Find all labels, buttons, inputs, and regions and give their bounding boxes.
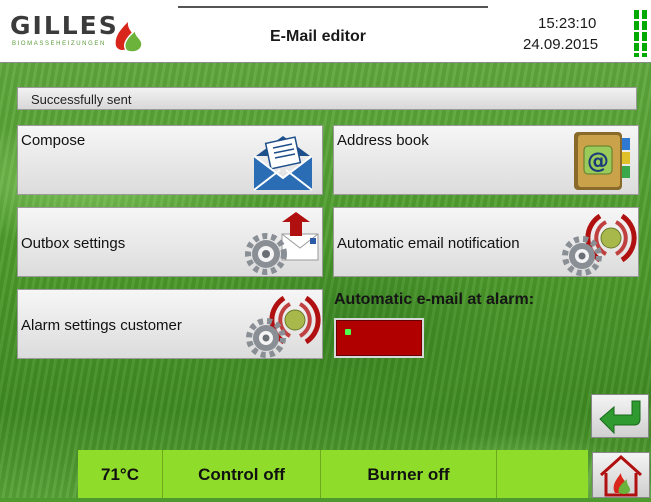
automatic-email-at-alarm-toggle[interactable] <box>334 318 424 358</box>
control-status-text: Control off <box>198 465 285 484</box>
envelope-icon <box>253 136 313 191</box>
compose-label: Compose <box>21 132 86 149</box>
temperature-value: 71°C <box>101 465 139 484</box>
automatic-email-notification-button[interactable]: Automatic email notification <box>333 207 639 277</box>
clock-time: 15:23:10 <box>538 15 597 32</box>
address-book-button[interactable]: Address book @ <box>333 125 639 195</box>
svg-text:@: @ <box>587 149 609 174</box>
burner-status-text: Burner off <box>367 465 450 484</box>
status-led <box>345 329 351 335</box>
status-bar: Successfully sent <box>17 87 637 110</box>
gear-signal-icon <box>562 213 637 276</box>
gear-signal-icon <box>246 295 321 358</box>
compose-button[interactable]: Compose <box>17 125 323 195</box>
outbox-settings-button[interactable]: Outbox settings <box>17 207 323 277</box>
home-flame-icon <box>599 454 643 497</box>
burner-status: Burner off <box>320 450 496 498</box>
back-button[interactable] <box>591 394 649 438</box>
address-book-label: Address book <box>337 132 429 149</box>
temperature-display: 71°C <box>78 450 162 498</box>
back-arrow-icon <box>599 400 641 435</box>
signal-icon <box>634 10 647 57</box>
alarm-settings-customer-button[interactable]: Alarm settings customer <box>17 289 323 359</box>
clock-date: 24.09.2015 <box>523 36 599 53</box>
automatic-email-notification-label: Automatic email notification <box>337 235 520 252</box>
home-button[interactable] <box>592 452 650 498</box>
gilles-flame-icon <box>115 22 143 53</box>
gear-upload-icon <box>245 212 319 275</box>
automatic-email-at-alarm-label: Automatic e-mail at alarm: <box>334 291 535 308</box>
logo-text: GILLES <box>10 11 119 40</box>
empty-status-segment <box>496 450 588 498</box>
header: GILLES BIOMASSEHEIZUNGEN E-Mail editor 1… <box>0 0 651 63</box>
alarm-settings-customer-label: Alarm settings customer <box>21 317 182 334</box>
status-text: Successfully sent <box>31 92 132 107</box>
outbox-settings-label: Outbox settings <box>21 235 126 252</box>
logo-subtitle: BIOMASSEHEIZUNGEN <box>12 41 106 47</box>
title-tab-line <box>178 6 488 8</box>
status-footer: 71°C Control off Burner off <box>78 450 588 498</box>
page-title: E-Mail editor <box>270 28 367 45</box>
address-book-icon: @ <box>574 132 630 190</box>
control-status: Control off <box>162 450 320 498</box>
